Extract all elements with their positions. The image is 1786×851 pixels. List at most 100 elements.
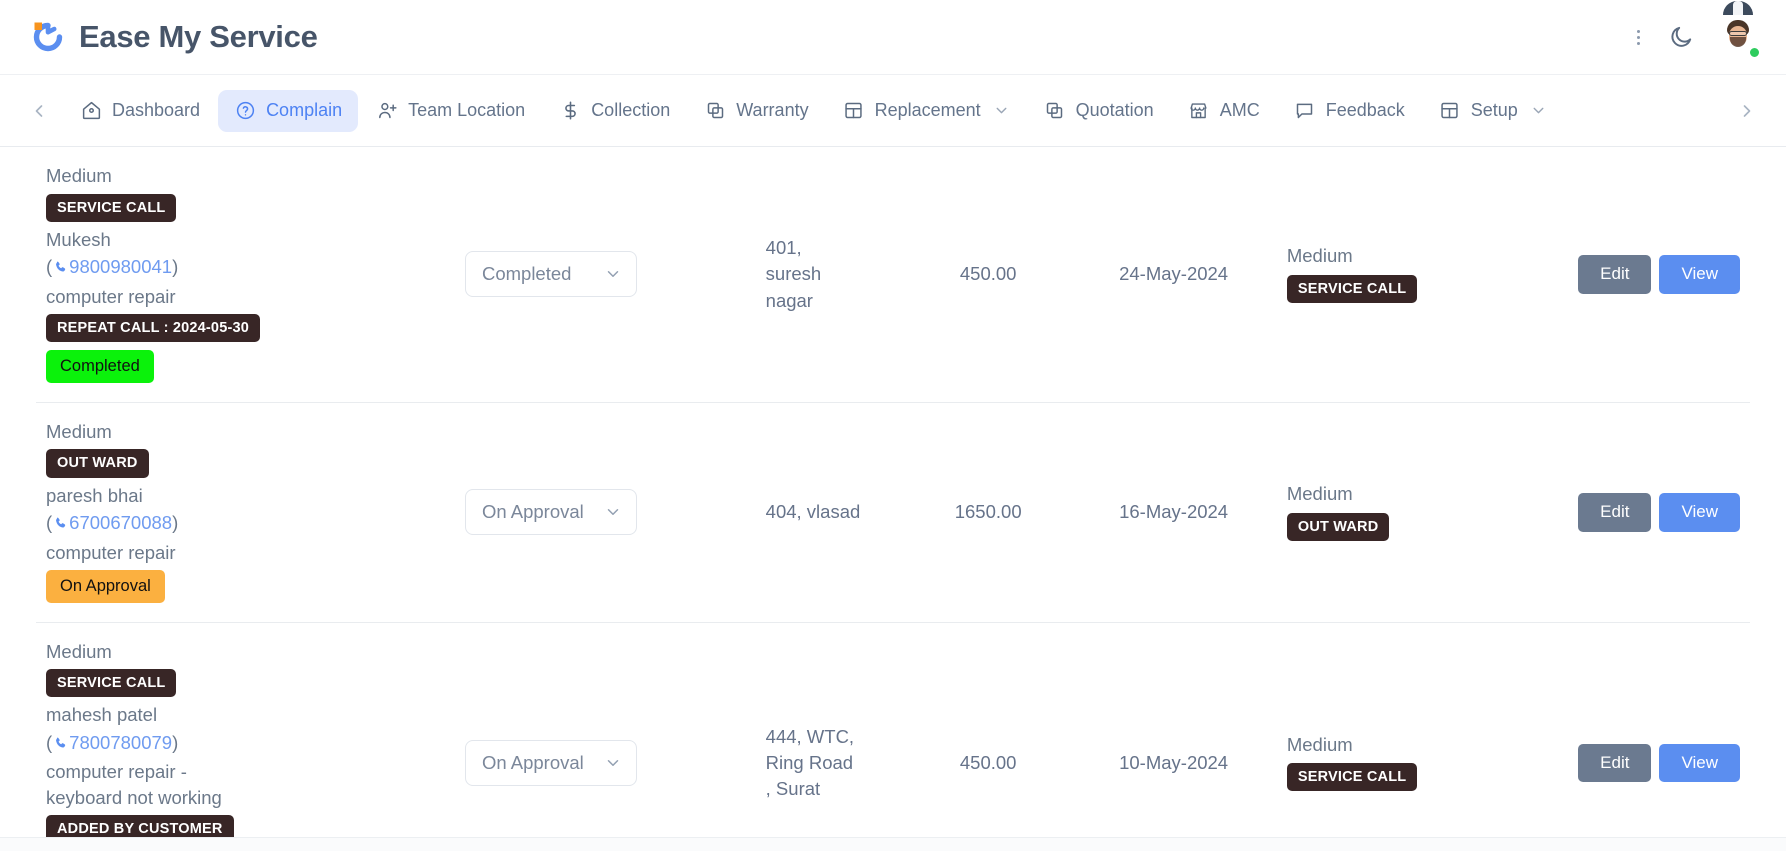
- priority-label: Medium: [46, 640, 112, 662]
- address-cell: 404, vlasad: [758, 402, 908, 622]
- phone-number: 9800980041: [69, 256, 173, 278]
- chevron-down-icon[interactable]: [993, 102, 1010, 119]
- moon-icon[interactable]: [1664, 20, 1698, 54]
- brand[interactable]: Ease My Service: [30, 19, 318, 55]
- nav-item-dashboard[interactable]: Dashboard: [64, 90, 216, 132]
- complaint-description: computer repair: [46, 541, 176, 563]
- type-cell: Medium SERVICE CALL: [1279, 147, 1510, 402]
- complaint-description: computer repair: [46, 285, 176, 307]
- view-button[interactable]: View: [1659, 255, 1740, 294]
- nav-item-complain[interactable]: Complain: [218, 89, 359, 132]
- date-cell: 10-May-2024: [1119, 751, 1229, 773]
- help-circle-icon: [234, 100, 256, 122]
- copy-icon: [704, 100, 726, 122]
- nav-item-collection[interactable]: Collection: [543, 90, 686, 132]
- amount-cell: 450.00: [959, 751, 1017, 773]
- right-priority-label: Medium: [1286, 483, 1353, 505]
- date-cell: 16-May-2024: [1119, 501, 1229, 523]
- chevron-down-icon[interactable]: [1530, 102, 1547, 119]
- customer-phone[interactable]: (9800980041): [46, 254, 178, 282]
- nav-item-replacement[interactable]: Replacement: [827, 90, 1026, 132]
- home-icon: [80, 100, 102, 122]
- table-row: Medium SERVICE CALL mahesh patel (780078…: [36, 622, 1750, 851]
- amount-cell: 1650.00: [954, 501, 1022, 523]
- nav-label: Complain: [266, 100, 343, 120]
- table-row: Medium OUT WARD paresh bhai (6700670088)…: [36, 402, 1750, 623]
- phone-number: 7800780079: [69, 731, 173, 753]
- more-vertical-icon[interactable]: [1630, 24, 1646, 50]
- type-cell: Medium SERVICE CALL: [1279, 622, 1510, 851]
- right-type-tag: SERVICE CALL: [1286, 763, 1418, 792]
- nav-scroll-right-chevron-right-icon[interactable]: [1730, 94, 1764, 128]
- right-priority-label: Medium: [1286, 733, 1353, 755]
- right-type-tag: OUT WARD: [1286, 512, 1390, 541]
- app-title: Ease My Service: [79, 19, 318, 54]
- nav-item-feedback[interactable]: Feedback: [1278, 90, 1421, 132]
- app-header: Ease My Service: [0, 0, 1786, 75]
- address-text: 404, vlasad: [765, 501, 861, 523]
- actions-cell: Edit View: [1509, 402, 1750, 622]
- customer-name: mahesh patel: [46, 704, 158, 726]
- nav-item-team-location[interactable]: Team Location: [360, 90, 541, 132]
- complain-table: Medium SERVICE CALL Mukesh (9800980041) …: [36, 147, 1750, 851]
- priority-label: Medium: [46, 165, 112, 186]
- amount-cell: 450.00: [959, 263, 1017, 285]
- right-priority-label: Medium: [1286, 245, 1353, 267]
- user-plus-icon: [376, 100, 398, 122]
- phone-icon: [53, 732, 68, 758]
- type-tag: OUT WARD: [46, 449, 149, 478]
- nav-label: Collection: [591, 100, 671, 120]
- status-select[interactable]: Completed: [464, 251, 637, 298]
- chevron-down-icon: [604, 503, 622, 521]
- address-text: 401, suresh nagar: [765, 237, 822, 311]
- nav-label: Dashboard: [112, 100, 201, 120]
- nav-label: Setup: [1470, 100, 1518, 120]
- status-cell: On Approval: [457, 622, 758, 851]
- header-actions: [1630, 1, 1761, 59]
- chevron-down-icon: [604, 754, 622, 772]
- layout-icon: [1439, 100, 1461, 122]
- complaint-detail-cell: Medium SERVICE CALL mahesh patel (780078…: [36, 622, 457, 851]
- actions-cell: Edit View: [1509, 147, 1750, 402]
- customer-name: Mukesh: [46, 228, 111, 250]
- phone-icon: [53, 256, 68, 282]
- main-navigation: Dashboard Complain Team Location Collect…: [0, 75, 1786, 147]
- edit-button[interactable]: Edit: [1578, 743, 1652, 783]
- avatar[interactable]: [1716, 1, 1761, 59]
- complaint-detail-cell: Medium OUT WARD paresh bhai (6700670088)…: [36, 402, 457, 622]
- view-button[interactable]: View: [1659, 493, 1740, 532]
- phone-icon: [53, 512, 68, 538]
- nav-item-quotation[interactable]: Quotation: [1028, 90, 1170, 132]
- type-tag: SERVICE CALL: [46, 669, 177, 698]
- priority-label: Medium: [46, 420, 112, 442]
- status-select[interactable]: On Approval: [464, 739, 637, 786]
- nav-item-setup[interactable]: Setup: [1423, 90, 1563, 132]
- type-tag: SERVICE CALL: [46, 193, 177, 222]
- status-select-value: Completed: [481, 263, 572, 285]
- complaint-description: computer repair - keyboard not working: [46, 761, 222, 808]
- edit-button[interactable]: Edit: [1578, 255, 1652, 294]
- address-cell: 444, WTC, Ring Road , Surat: [758, 622, 908, 851]
- actions-cell: Edit View: [1509, 622, 1750, 851]
- chevron-down-icon: [604, 265, 622, 283]
- store-icon: [1188, 100, 1210, 122]
- nav-label: Feedback: [1325, 100, 1405, 120]
- customer-phone[interactable]: (7800780079): [46, 730, 178, 758]
- nav-item-list: Dashboard Complain Team Location Collect…: [56, 89, 1730, 132]
- date-cell: 24-May-2024: [1119, 263, 1229, 285]
- status-select[interactable]: On Approval: [464, 489, 637, 536]
- message-icon: [1294, 100, 1316, 122]
- right-type-tag: SERVICE CALL: [1286, 274, 1418, 303]
- view-button[interactable]: View: [1659, 743, 1740, 783]
- nav-item-warranty[interactable]: Warranty: [688, 90, 824, 132]
- edit-button[interactable]: Edit: [1578, 493, 1652, 532]
- complain-list-container: Medium SERVICE CALL Mukesh (9800980041) …: [0, 147, 1786, 851]
- nav-item-amc[interactable]: AMC: [1172, 90, 1276, 132]
- status-select-value: On Approval: [481, 751, 584, 773]
- state-badge: On Approval: [46, 570, 165, 603]
- nav-scroll-left-chevron-left-icon[interactable]: [22, 94, 56, 128]
- layout-icon: [843, 100, 865, 122]
- phone-number: 6700670088: [69, 512, 173, 534]
- customer-phone[interactable]: (6700670088): [46, 510, 178, 538]
- table-row: Medium SERVICE CALL Mukesh (9800980041) …: [36, 147, 1750, 403]
